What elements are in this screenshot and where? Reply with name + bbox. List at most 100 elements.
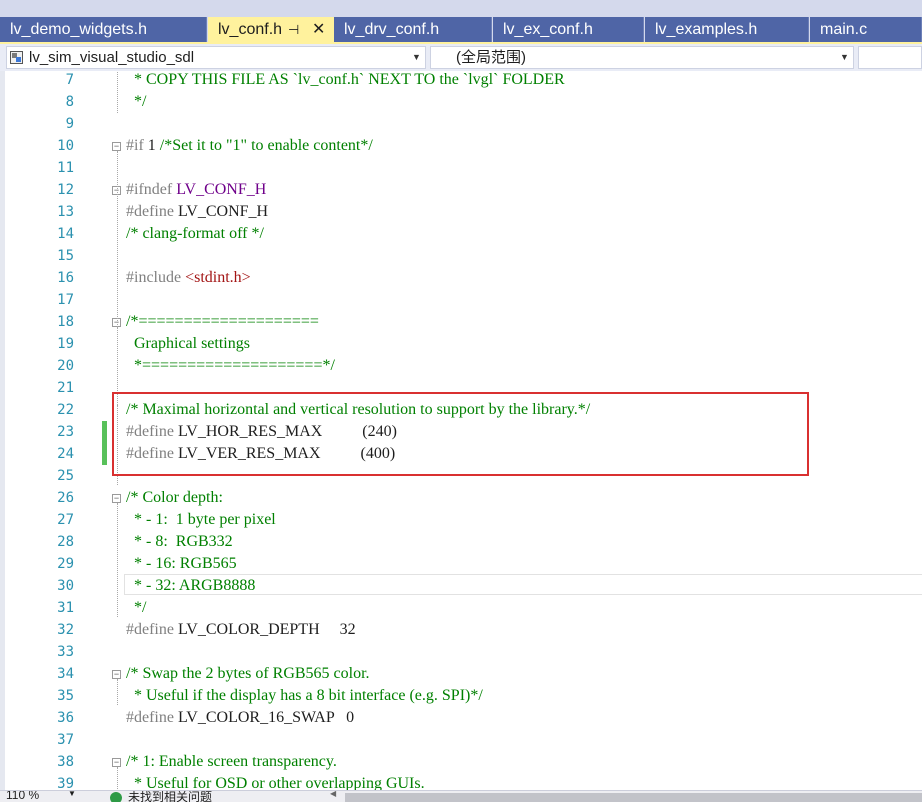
line-number: 30 [57,578,74,594]
code-line: /* Swap the 2 bytes of RGB565 color. [126,663,370,685]
line-number: 10 [57,138,74,154]
scroll-left-icon[interactable]: ◀ [330,791,336,798]
line-number: 31 [57,600,74,616]
line-number: 27 [57,512,74,528]
line-number: 17 [57,292,74,308]
code-line: #define LV_COLOR_DEPTH 32 [126,619,356,641]
code-token: <stdint.h> [185,269,251,286]
chevron-down-icon[interactable]: ▼ [68,791,76,798]
tab-label: main.c [820,21,868,38]
issues-status[interactable]: 未找到相关问题 [128,791,212,802]
outline-guide-line [117,503,118,617]
line-number: 36 [57,710,74,726]
code-token: #define [126,621,178,638]
code-token: * Useful if the display has a 8 bit inte… [134,687,483,704]
code-line: * Useful for OSD or other overlapping GU… [134,773,425,790]
document-tab-bar: lv_demo_widgets.h lv_conf.h ⊣ ✕ lv_drv_c… [0,0,922,42]
code-token: /* Color depth: [126,489,223,506]
tab-lv-demo-widgets-h[interactable]: lv_demo_widgets.h [0,17,207,42]
code-line: /* clang-format off */ [126,223,264,245]
code-token: LV_CONF_H [176,181,267,198]
code-line: /*==================== [126,311,319,333]
line-number: 9 [65,116,74,132]
line-number: 37 [57,732,74,748]
line-number: 25 [57,468,74,484]
outline-guide-line [117,327,118,375]
code-token: /* clang-format off */ [126,225,264,242]
line-number: 19 [57,336,74,352]
code-line: * Useful if the display has a 8 bit inte… [134,685,483,707]
code-line: * - 32: ARGB8888 [134,575,255,597]
line-number: 7 [65,72,74,88]
code-line: * - 1: 1 byte per pixel [134,509,276,531]
tab-label: lv_examples.h [655,21,758,38]
project-label: lv_sim_visual_studio_sdl [29,49,195,66]
tab-lv-conf-h[interactable]: lv_conf.h ⊣ ✕ [208,17,334,42]
code-token: * - 1: 1 byte per pixel [134,511,276,528]
tab-label: lv_ex_conf.h [503,21,593,38]
code-line: #define LV_CONF_H [126,201,268,223]
tab-label: lv_conf.h [218,21,283,38]
line-number: 32 [57,622,74,638]
outline-guide-line [117,71,118,113]
code-token: Graphical settings [134,335,250,352]
code-token: /*==================== [126,313,319,330]
code-line: */ [134,91,146,113]
code-token: /*Set it to "1" to enable content*/ [159,137,373,154]
code-token: * - 32: ARGB8888 [134,577,256,594]
tab-main-c[interactable]: main.c [810,17,922,42]
line-number: 21 [57,380,74,396]
line-number: 12 [57,182,74,198]
line-number: 35 [57,688,74,704]
tab-lv-ex-conf-h[interactable]: lv_ex_conf.h [493,17,644,42]
zoom-level[interactable]: 110 % [6,791,39,802]
line-number: 22 [57,402,74,418]
member-dropdown[interactable] [858,46,922,69]
line-number: 29 [57,556,74,572]
code-token: /* Swap the 2 bytes of RGB565 color. [126,665,370,682]
scope-label: (全局范围) [456,49,526,66]
project-dropdown[interactable]: lv_sim_visual_studio_sdl ▼ [6,46,426,69]
line-number: 18 [57,314,74,330]
code-editor[interactable]: 7 8 9 10 11 12 13 14 15 16 17 18 19 20 21 22 23 24 25 26 27 2… [0,71,922,790]
pin-icon[interactable]: ⊣ [288,17,299,42]
line-number: 14 [57,226,74,242]
line-number: 20 [57,358,74,374]
code-line: Graphical settings [134,333,250,355]
code-line: /* 1: Enable screen transparency. [126,751,337,773]
code-token: *====================*/ [134,357,335,374]
editor-margin [0,71,5,790]
navigation-bar: lv_sim_visual_studio_sdl ▼ (全局范围) ▼ [0,44,922,71]
scope-dropdown[interactable]: (全局范围) ▼ [430,46,854,69]
outline-guide-line [117,679,118,705]
line-number: 8 [65,94,74,110]
line-number: 13 [57,204,74,220]
collapse-icon[interactable]: − [112,670,121,679]
code-token: #if [126,137,148,154]
code-token: #define [126,203,178,220]
code-line: #define LV_COLOR_16_SWAP 0 [126,707,354,729]
line-number: 28 [57,534,74,550]
line-number: 38 [57,754,74,770]
collapse-icon[interactable]: − [112,494,121,503]
code-token: */ [134,93,147,110]
tab-lv-drv-conf-h[interactable]: lv_drv_conf.h [334,17,492,42]
code-token: /* 1: Enable screen transparency. [126,753,337,770]
collapse-icon[interactable]: − [112,142,121,151]
line-number: 34 [57,666,74,682]
code-line: *====================*/ [134,355,335,377]
code-line: * - 16: RGB565 [134,553,237,575]
code-line: * COPY THIS FILE AS `lv_conf.h` NEXT TO … [134,71,565,91]
tab-lv-examples-h[interactable]: lv_examples.h [645,17,809,42]
code-line: */ [134,597,146,619]
line-number: 33 [57,644,74,660]
close-icon[interactable]: ✕ [312,17,325,42]
chevron-down-icon: ▼ [412,52,421,62]
line-number: 23 [57,424,74,440]
code-line: #ifndef LV_CONF_H [126,179,266,201]
highlight-box [112,392,809,476]
code-token: LV_COLOR_DEPTH 32 [177,621,356,638]
code-token: LV_CONF_H [177,203,269,220]
tab-label: lv_drv_conf.h [344,21,440,38]
collapse-icon[interactable]: − [112,758,121,767]
